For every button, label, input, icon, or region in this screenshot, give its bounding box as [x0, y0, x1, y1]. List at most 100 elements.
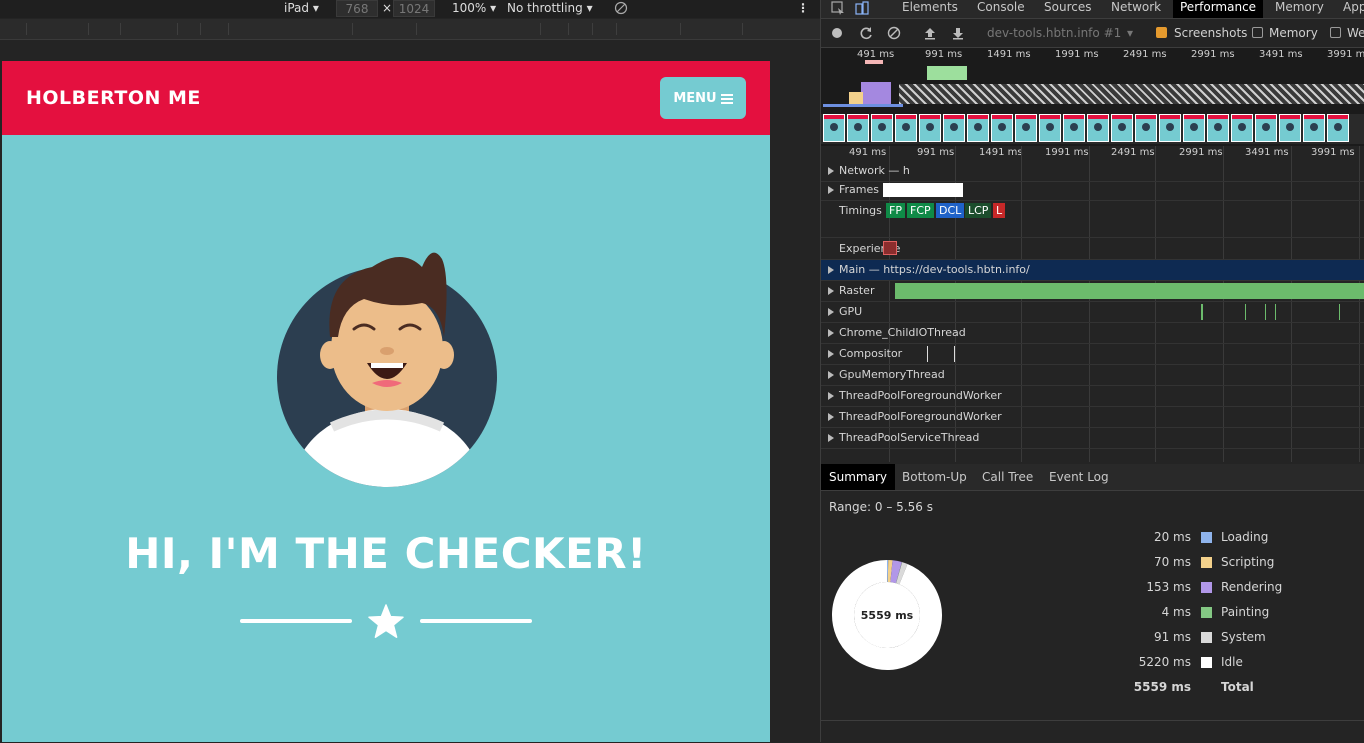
timing-dcl[interactable]: DCL — [936, 203, 964, 218]
legend-swatch — [1201, 632, 1212, 643]
track-threadpool-service[interactable]: ThreadPoolServiceThread — [821, 428, 1364, 449]
performance-toolbar: dev-tools.hbtn.info #1 ▾ Screenshots Mem… — [821, 19, 1364, 48]
width-input[interactable]: 768 — [336, 0, 378, 17]
overview-fps-bar — [865, 60, 883, 64]
tab-application[interactable]: App — [1343, 0, 1364, 14]
track-tick: 1991 ms — [1045, 147, 1089, 158]
legend-swatch — [1201, 607, 1212, 618]
zoom-select[interactable]: 100% ▾ — [452, 0, 496, 16]
avatar — [272, 237, 502, 489]
tab-event-log[interactable]: Event Log — [1049, 464, 1109, 490]
track-main[interactable]: Main — https://dev-tools.hbtn.info/ — [821, 260, 1364, 281]
tab-console[interactable]: Console — [977, 0, 1025, 14]
tab-bottom-up[interactable]: Bottom-Up — [902, 464, 967, 490]
legend-swatch — [1201, 557, 1212, 568]
throttle-select[interactable]: No throttling ▾ — [507, 0, 593, 16]
track-tick: 3991 ms — [1311, 147, 1355, 158]
timing-fp[interactable]: FP — [886, 203, 905, 218]
track-tick: 2491 ms — [1111, 147, 1155, 158]
summary-legend: 20 msLoading 70 msScripting 153 msRender… — [821, 530, 1364, 710]
recording-select[interactable]: dev-tools.hbtn.info #1 — [987, 26, 1121, 40]
track-tick: 991 ms — [917, 147, 954, 158]
track-threadpool-fg-1[interactable]: ThreadPoolForegroundWorker — [821, 386, 1364, 407]
device-toolbar-icon[interactable] — [855, 1, 869, 15]
overview-scripting-bar — [849, 92, 863, 104]
tab-performance[interactable]: Performance — [1173, 0, 1263, 18]
timing-load[interactable]: L — [993, 203, 1005, 218]
overview-tick: 3991 ms — [1327, 49, 1364, 60]
layout-shift-marker[interactable] — [883, 241, 897, 255]
legend-swatch — [1201, 582, 1212, 593]
inspect-element-icon[interactable] — [831, 1, 845, 15]
overview-network-bar — [823, 104, 903, 107]
web-vitals-label: Wel — [1347, 26, 1364, 40]
track-gpu[interactable]: GPU — [821, 302, 1364, 323]
rotate-icon[interactable] — [614, 1, 628, 15]
record-icon[interactable] — [832, 28, 842, 38]
tab-summary[interactable]: Summary — [821, 464, 895, 490]
tab-elements[interactable]: Elements — [902, 0, 958, 14]
timing-fcp[interactable]: FCP — [907, 203, 934, 218]
hero-title: HI, I'M THE CHECKER! — [2, 529, 770, 578]
menu-label: MENU — [673, 91, 716, 106]
details-tabbar: Summary Bottom-Up Call Tree Event Log — [821, 464, 1364, 491]
track-chrome-child-io[interactable]: Chrome_ChildIOThread — [821, 323, 1364, 344]
clear-icon[interactable] — [887, 26, 901, 40]
raster-bar — [895, 283, 1364, 299]
reload-icon[interactable] — [859, 26, 873, 40]
chevron-down-icon[interactable]: ▾ — [1127, 26, 1133, 40]
track-experience: Experience — [821, 239, 1364, 260]
tab-call-tree[interactable]: Call Tree — [982, 464, 1033, 490]
tab-sources[interactable]: Sources — [1044, 0, 1091, 14]
track-compositor[interactable]: Compositor — [821, 344, 1364, 365]
screenshot-filmstrip — [821, 114, 1364, 144]
track-gpu-memory[interactable]: GpuMemoryThread — [821, 365, 1364, 386]
devtools-panel: Elements Console Sources Network Perform… — [820, 0, 1364, 742]
site-brand[interactable]: HOLBERTON ME — [26, 87, 201, 109]
memory-label: Memory — [1269, 26, 1318, 40]
overview-idle-hatch — [899, 84, 1364, 104]
web-vitals-checkbox[interactable] — [1330, 27, 1341, 38]
track-threadpool-fg-2[interactable]: ThreadPoolForegroundWorker — [821, 407, 1364, 428]
more-options-icon[interactable]: ⋮ — [797, 0, 809, 16]
overview-tick: 2491 ms — [1123, 49, 1167, 60]
track-raster[interactable]: Raster — [821, 281, 1364, 302]
menu-button[interactable]: MENU — [660, 77, 746, 119]
timeline-overview[interactable]: 491 ms 991 ms 1491 ms 1991 ms 2491 ms 29… — [821, 48, 1364, 147]
overview-tick: 3491 ms — [1259, 49, 1303, 60]
track-frames[interactable]: Frames — [821, 180, 1364, 201]
devtools-bottom-bar — [821, 720, 1364, 743]
tab-memory[interactable]: Memory — [1275, 0, 1324, 14]
upload-icon[interactable] — [923, 26, 937, 40]
screenshots-label: Screenshots — [1174, 26, 1247, 40]
overview-tick: 1491 ms — [987, 49, 1031, 60]
tab-network[interactable]: Network — [1111, 0, 1161, 14]
overview-cpu-bar — [861, 82, 891, 104]
timeline-tracks[interactable]: 491 ms 991 ms 1491 ms 1991 ms 2491 ms 29… — [821, 146, 1364, 462]
overview-tick: 991 ms — [925, 49, 962, 60]
divider-line-right — [420, 619, 532, 623]
range-label: Range: 0 – 5.56 s — [829, 500, 933, 514]
height-input[interactable]: 1024 — [393, 0, 435, 17]
hamburger-icon — [721, 93, 733, 104]
timing-lcp[interactable]: LCP — [965, 203, 991, 218]
track-network[interactable]: Network — h — [821, 161, 1364, 182]
star-icon — [368, 604, 404, 640]
overview-tick: 491 ms — [857, 49, 894, 60]
legend-swatch — [1201, 532, 1212, 543]
emulated-viewport: HOLBERTON ME MENU HI, I'M THE CHECKER! — [2, 61, 770, 742]
frames-bar — [883, 183, 963, 197]
overview-frames-bar — [927, 66, 967, 80]
overview-tick: 1991 ms — [1055, 49, 1099, 60]
device-select[interactable]: iPad ▾ — [284, 0, 319, 16]
track-tick: 1491 ms — [979, 147, 1023, 158]
device-toolbar: iPad ▾ 768 × 1024 100% ▾ No throttling ▾… — [0, 0, 820, 18]
divider-line-left — [240, 619, 352, 623]
download-icon[interactable] — [951, 26, 965, 40]
memory-checkbox[interactable] — [1252, 27, 1263, 38]
legend-swatch — [1201, 657, 1212, 668]
screenshots-checkbox[interactable] — [1156, 27, 1167, 38]
devtools-tabbar: Elements Console Sources Network Perform… — [821, 0, 1364, 19]
track-tick: 491 ms — [849, 147, 886, 158]
dimension-separator: × — [382, 0, 392, 16]
